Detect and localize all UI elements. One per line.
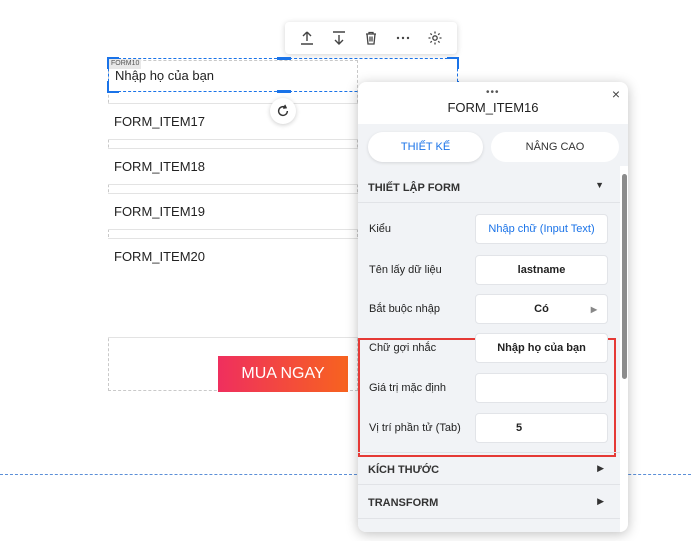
default-value-label: Giá trị mặc định: [369, 382, 447, 394]
data-name-label: Tên lấy dữ liệu: [369, 264, 442, 276]
divider: [358, 484, 620, 485]
type-label: Kiểu: [369, 223, 392, 235]
section-transform[interactable]: TRANSFORM: [368, 497, 438, 509]
delete-icon[interactable]: [358, 25, 384, 51]
tab-index-label: Vị trí phần tử (Tab): [369, 422, 461, 434]
default-value-input[interactable]: [475, 373, 608, 403]
required-select[interactable]: Có ▶: [475, 294, 608, 324]
tab-index-input[interactable]: 5: [475, 413, 608, 443]
field-label: FORM_ITEM17: [114, 114, 206, 129]
section-size[interactable]: KÍCH THƯỚC: [368, 464, 439, 476]
hint-input[interactable]: Nhập họ của bạn: [475, 333, 608, 363]
selected-field-placeholder: Nhập họ của bạn: [115, 68, 215, 83]
panel-scrollbar[interactable]: [622, 174, 627, 379]
resize-handle[interactable]: [107, 81, 119, 93]
data-name-input[interactable]: lastname: [475, 255, 608, 285]
move-up-icon[interactable]: [294, 25, 320, 51]
resize-handle[interactable]: [447, 57, 459, 69]
required-label: Bắt buộc nhập: [369, 303, 440, 315]
divider: [358, 518, 620, 519]
hint-label: Chữ gợi nhắc: [369, 342, 437, 354]
move-down-icon[interactable]: [326, 25, 352, 51]
more-icon[interactable]: [390, 25, 416, 51]
required-value: Có: [534, 303, 549, 315]
resize-handle[interactable]: [277, 57, 291, 60]
settings-icon[interactable]: [422, 25, 448, 51]
panel-body: THIẾT LẬP FORM ▼ Kiểu Nhập chữ (Input Te…: [358, 166, 620, 532]
close-icon[interactable]: ×: [612, 86, 620, 102]
caret-right-icon[interactable]: ▶: [597, 496, 604, 507]
tab-advanced[interactable]: NÂNG CAO: [491, 132, 619, 162]
settings-panel: ••• FORM_ITEM16 × THIẾT KẾ NÂNG CAO THIẾ…: [358, 82, 628, 532]
resize-handle[interactable]: [277, 90, 291, 93]
drag-handle-icon[interactable]: •••: [486, 87, 500, 98]
caret-right-icon[interactable]: ▶: [597, 463, 604, 474]
panel-title: FORM_ITEM16: [447, 100, 539, 115]
form-field[interactable]: FORM_ITEM19: [108, 193, 358, 230]
divider: [358, 202, 620, 203]
element-toolbar: [285, 22, 457, 54]
form-field[interactable]: FORM_ITEM18: [108, 148, 358, 185]
form-field[interactable]: FORM_ITEM17: [108, 103, 358, 140]
section-form-settings[interactable]: THIẾT LẬP FORM: [368, 182, 460, 194]
field-label: FORM_ITEM19: [114, 204, 206, 219]
tab-design[interactable]: THIẾT KẾ: [368, 132, 483, 162]
field-label: FORM_ITEM18: [114, 159, 206, 174]
form-field[interactable]: FORM_ITEM20: [108, 238, 358, 338]
caret-down-icon[interactable]: ▼: [595, 180, 604, 190]
buy-now-button[interactable]: MUA NGAY: [218, 356, 348, 392]
type-select[interactable]: Nhập chữ (Input Text): [475, 214, 608, 244]
rotate-icon[interactable]: [270, 98, 296, 124]
caret-right-icon: ▶: [590, 304, 597, 314]
resize-handle[interactable]: [107, 57, 119, 69]
divider: [358, 452, 620, 453]
field-label: FORM_ITEM20: [114, 249, 206, 264]
